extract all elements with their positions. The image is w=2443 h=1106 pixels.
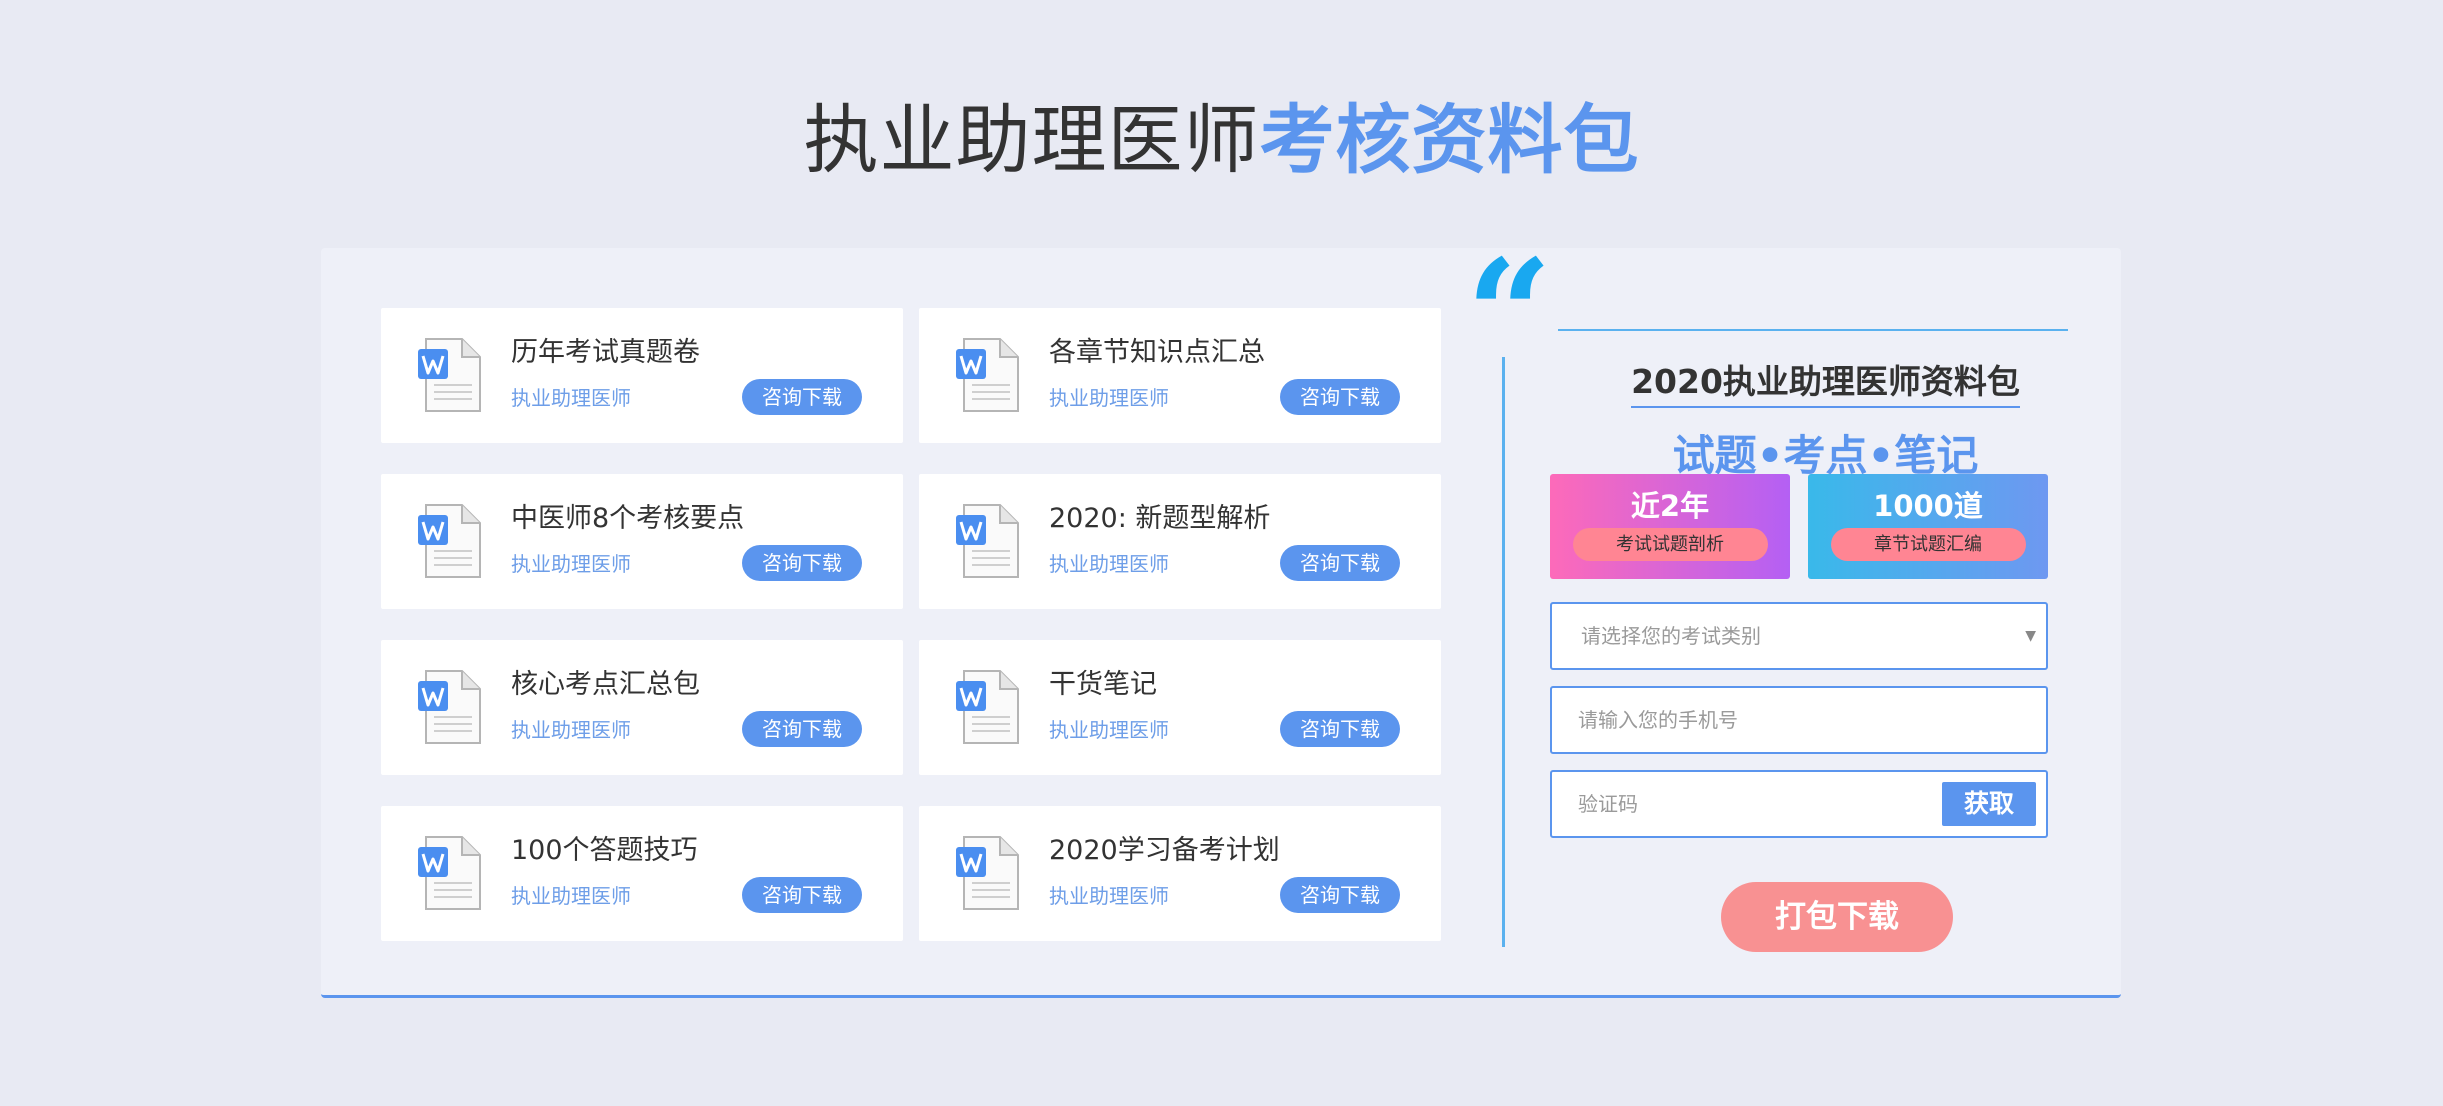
promo-badge-years: 近2年 考试试题剖析 xyxy=(1550,474,1790,579)
word-document-icon xyxy=(418,338,481,412)
resource-card[interactable]: 2020学习备考计划 执业助理医师 咨询下载 xyxy=(919,806,1441,941)
resource-card[interactable]: 各章节知识点汇总 执业助理医师 咨询下载 xyxy=(919,308,1441,443)
phone-placeholder: 请输入您的手机号 xyxy=(1578,708,1738,732)
card-subtitle: 执业助理医师 xyxy=(511,552,631,576)
resource-card[interactable]: 100个答题技巧 执业助理医师 咨询下载 xyxy=(381,806,903,941)
resource-card[interactable]: 核心考点汇总包 执业助理医师 咨询下载 xyxy=(381,640,903,775)
word-document-icon xyxy=(418,504,481,578)
consult-download-button[interactable]: 咨询下载 xyxy=(742,545,862,581)
card-subtitle: 执业助理医师 xyxy=(511,884,631,908)
verification-code-input[interactable]: 验证码 获取 xyxy=(1550,770,2048,838)
card-subtitle: 执业助理医师 xyxy=(511,386,631,410)
resource-panel: 历年考试真题卷 执业助理医师 咨询下载 各章节知识点汇总 执业助理医师 咨询下载 xyxy=(321,240,2121,998)
consult-download-button[interactable]: 咨询下载 xyxy=(1280,877,1400,913)
word-document-icon xyxy=(956,504,1019,578)
card-title: 核心考点汇总包 xyxy=(511,669,700,700)
card-subtitle: 执业助理医师 xyxy=(1049,552,1169,576)
resource-card[interactable]: 2020: 新题型解析 执业助理医师 咨询下载 xyxy=(919,474,1441,609)
page-title-dark: 执业助理医师 xyxy=(803,96,1260,184)
card-title: 2020: 新题型解析 xyxy=(1049,503,1271,534)
card-title: 历年考试真题卷 xyxy=(511,337,700,368)
signup-form: “ 2020执业助理医师资料包 试题•考点•笔记 近2年 考试试题剖析 1000… xyxy=(1466,240,2098,972)
word-document-icon xyxy=(418,670,481,744)
consult-download-button[interactable]: 咨询下载 xyxy=(742,877,862,913)
card-subtitle: 执业助理医师 xyxy=(1049,718,1169,742)
card-subtitle: 执业助理医师 xyxy=(1049,884,1169,908)
quote-icon: “ xyxy=(1466,227,1553,403)
page-title-accent: 考核资料包 xyxy=(1259,96,1640,184)
promo-label: 考试试题剖析 xyxy=(1572,528,1768,561)
divider-vertical xyxy=(1502,357,1505,947)
card-title: 干货笔记 xyxy=(1049,669,1157,700)
card-title: 2020学习备考计划 xyxy=(1049,835,1280,866)
resource-card[interactable]: 中医师8个考核要点 执业助理医师 咨询下载 xyxy=(381,474,903,609)
consult-download-button[interactable]: 咨询下载 xyxy=(1280,379,1400,415)
consult-download-button[interactable]: 咨询下载 xyxy=(742,379,862,415)
card-subtitle: 执业助理医师 xyxy=(1049,386,1169,410)
exam-category-value: 请选择您的考试类别 xyxy=(1581,624,1761,648)
resource-card[interactable]: 历年考试真题卷 执业助理医师 咨询下载 xyxy=(381,308,903,443)
code-placeholder: 验证码 xyxy=(1578,792,1638,816)
promo-badge-questions: 1000道 章节试题汇编 xyxy=(1808,474,2048,579)
dropdown-arrow-icon: ▼ xyxy=(2025,628,2036,644)
word-document-icon xyxy=(956,338,1019,412)
resource-card[interactable]: 干货笔记 执业助理医师 咨询下载 xyxy=(919,640,1441,775)
divider-horizontal xyxy=(1558,329,2068,331)
card-title: 100个答题技巧 xyxy=(511,835,698,866)
card-title: 各章节知识点汇总 xyxy=(1049,337,1265,368)
promo-label: 章节试题汇编 xyxy=(1830,528,2026,561)
consult-download-button[interactable]: 咨询下载 xyxy=(1280,545,1400,581)
form-title: 2020执业助理医师资料包 xyxy=(1588,355,2063,408)
get-code-button[interactable]: 获取 xyxy=(1942,782,2036,826)
word-document-icon xyxy=(956,670,1019,744)
promo-number: 1000道 xyxy=(1873,489,1983,523)
form-title-text: 2020执业助理医师资料包 xyxy=(1631,362,2020,408)
promo-number: 近2年 xyxy=(1630,489,1710,523)
consult-download-button[interactable]: 咨询下载 xyxy=(1280,711,1400,747)
page-title: 执业助理医师考核资料包 xyxy=(0,90,2443,190)
exam-category-select[interactable]: 请选择您的考试类别 ▼ xyxy=(1550,602,2048,670)
word-document-icon xyxy=(956,836,1019,910)
consult-download-button[interactable]: 咨询下载 xyxy=(742,711,862,747)
card-title: 中医师8个考核要点 xyxy=(511,503,745,534)
phone-input[interactable]: 请输入您的手机号 xyxy=(1550,686,2048,754)
download-package-button[interactable]: 打包下载 xyxy=(1721,882,1953,952)
card-subtitle: 执业助理医师 xyxy=(511,718,631,742)
word-document-icon xyxy=(418,836,481,910)
